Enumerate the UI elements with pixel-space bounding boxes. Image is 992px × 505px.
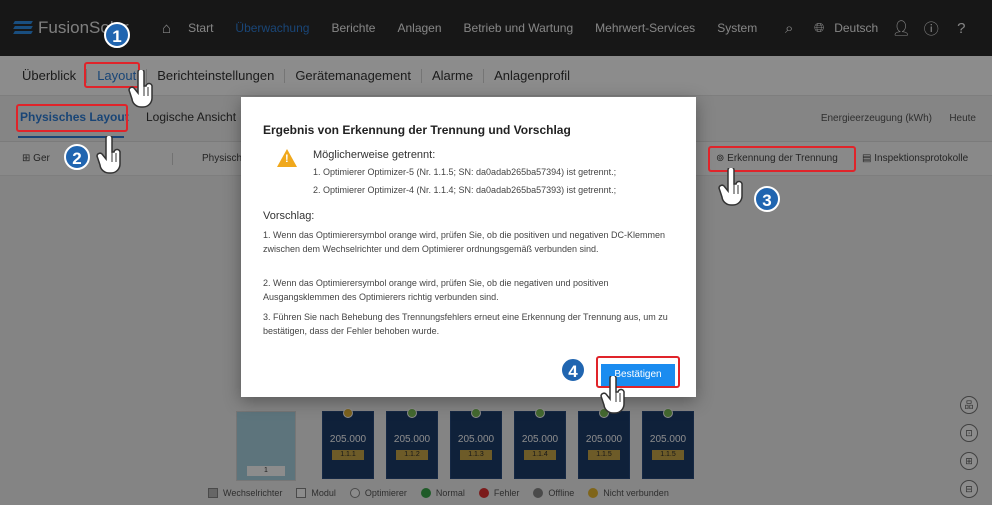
disconnected-item: 2. Optimierer Optimizer-4 (Nr. 1.1.4; SN…	[313, 185, 617, 195]
step-badge: 4	[560, 357, 586, 383]
suggestion-item: 3. Führen Sie nach Behebung des Trennung…	[263, 312, 668, 336]
hand-pointer-icon	[96, 136, 121, 174]
suggestion-heading: Vorschlag:	[263, 210, 315, 222]
dialog-title: Ergebnis von Erkennung der Trennung und …	[263, 123, 571, 137]
disconnected-item: 1. Optimierer Optimizer-5 (Nr. 1.1.5; SN…	[313, 167, 617, 177]
step-badge: 2	[64, 144, 90, 170]
warning-mark: !	[285, 153, 289, 165]
possibly-disconnected-heading: Möglicherweise getrennt:	[313, 149, 436, 161]
hand-pointer-icon	[128, 70, 153, 108]
hand-pointer-icon	[600, 376, 625, 414]
highlight-physical-layout-tab	[16, 104, 128, 132]
disconnection-result-dialog: Ergebnis von Erkennung der Trennung und …	[241, 97, 696, 397]
suggestion-item: 2. Wenn das Optimierersymbol orange wird…	[263, 278, 609, 302]
step-badge: 3	[754, 186, 780, 212]
suggestion-item: 1. Wenn das Optimierersymbol orange wird…	[263, 230, 666, 254]
step-badge: 1	[104, 22, 130, 48]
hand-pointer-icon	[718, 168, 743, 206]
